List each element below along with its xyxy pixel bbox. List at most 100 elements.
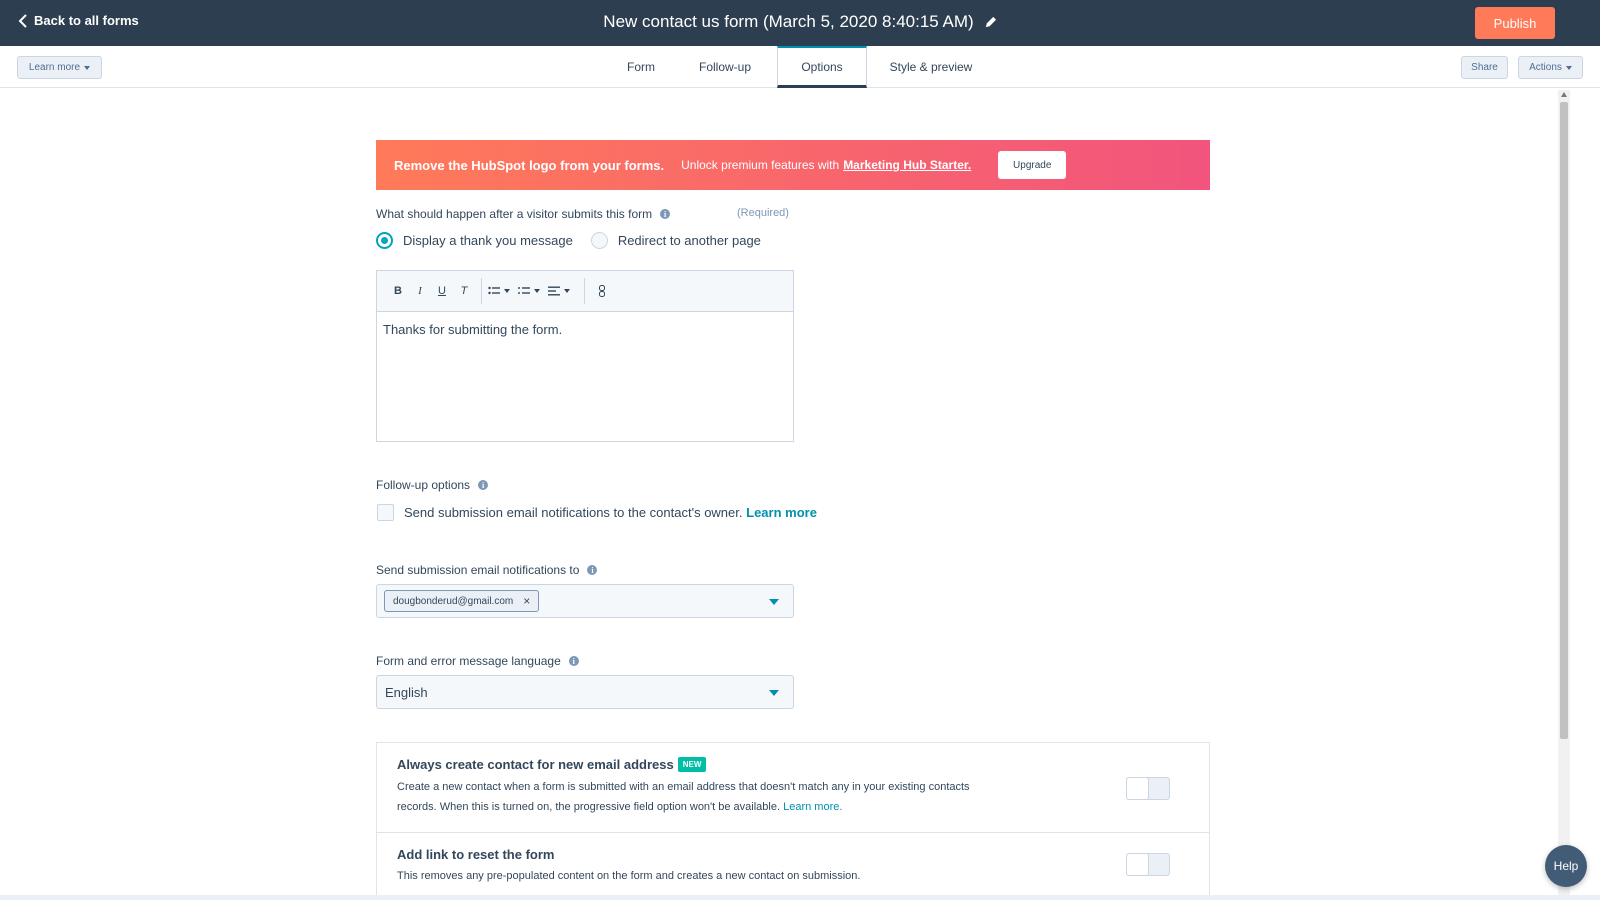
settings-card: Always create contact for new email addr… — [376, 742, 1210, 900]
info-icon[interactable]: i — [568, 656, 579, 666]
new-badge: NEW — [677, 757, 707, 772]
radio-redirect-page-label[interactable]: Redirect to another page — [618, 233, 761, 248]
info-icon[interactable]: i — [660, 209, 671, 219]
language-select-value: English — [385, 684, 428, 700]
info-icon[interactable]: i — [587, 565, 598, 575]
follow-up-options-label: Follow-up options i — [376, 478, 489, 492]
caret-down-icon — [534, 289, 540, 293]
after-submit-options: Display a thank you message Redirect to … — [376, 232, 761, 249]
form-title-container: New contact us form (March 5, 2020 8:40:… — [0, 12, 1600, 32]
toggle-knob — [1126, 777, 1149, 800]
help-button[interactable]: Help — [1545, 845, 1587, 887]
always-create-contact-toggle[interactable] — [1126, 777, 1170, 800]
reset-link-toggle[interactable] — [1126, 853, 1170, 876]
editor-content[interactable]: Thanks for submitting the form. — [377, 312, 793, 347]
scroll-up-arrow-icon[interactable] — [1561, 92, 1567, 97]
align-icon — [548, 286, 560, 296]
bullet-list-icon — [488, 286, 500, 295]
numbered-list-icon — [518, 287, 530, 294]
link-icon[interactable] — [591, 280, 613, 302]
recipient-chip: dougbonderud@gmail.com × — [384, 590, 540, 612]
top-bar: Back to all forms New contact us form (M… — [0, 0, 1600, 46]
recipient-chip-label: dougbonderud@gmail.com — [393, 595, 514, 607]
contact-owner-notification-label[interactable]: Send submission email notifications to t… — [404, 505, 743, 520]
learn-more-link[interactable]: Learn more — [746, 505, 817, 520]
form-title-text: New contact us form (March 5, 2020 8:40:… — [603, 12, 974, 31]
banner-text: Unlock premium features with — [681, 158, 840, 172]
tab-form-label: Form — [627, 60, 655, 74]
after-submit-label-text: What should happen after a visitor submi… — [376, 207, 653, 221]
learn-more-dropdown[interactable]: Learn more — [17, 56, 102, 79]
form-title[interactable]: New contact us form (March 5, 2020 8:40:… — [603, 12, 996, 32]
language-label-text: Form and error message language — [376, 654, 561, 668]
underline-icon[interactable]: U — [431, 280, 453, 302]
required-indicator: (Required) — [737, 207, 789, 219]
setting-row-always-create-contact: Always create contact for new email addr… — [377, 743, 1209, 833]
tab-options[interactable]: Options — [777, 46, 867, 88]
banner-heading: Remove the HubSpot logo from your forms. — [394, 157, 665, 173]
sub-navigation: Learn more Form Follow-up Options Style … — [0, 46, 1600, 88]
tab-style-preview-label: Style & preview — [889, 60, 973, 74]
setting-description: Create a new contact when a form is subm… — [397, 777, 1037, 817]
toggle-knob — [1126, 853, 1149, 876]
dropdown-caret-icon — [769, 599, 779, 605]
tab-options-label: Options — [801, 59, 843, 74]
upgrade-button[interactable]: Upgrade — [998, 151, 1067, 179]
notification-recipients-select[interactable]: dougbonderud@gmail.com × — [376, 584, 794, 618]
follow-up-options-label-text: Follow-up options — [376, 478, 471, 492]
send-notifications-label-text: Send submission email notifications to — [376, 563, 580, 577]
bold-icon[interactable]: B — [387, 280, 409, 302]
clear-format-icon[interactable]: T — [453, 280, 475, 302]
setting-title: Add link to reset the form — [397, 847, 554, 862]
send-notifications-label: Send submission email notifications to i — [376, 563, 598, 577]
caret-down-icon — [564, 289, 570, 293]
language-select[interactable]: English — [376, 675, 794, 709]
setting-title-text: Add link to reset the form — [397, 847, 555, 862]
thank-you-message-editor: B I U T Thanks for submitting the form. — [376, 270, 794, 442]
page-scrollbar[interactable] — [1558, 90, 1570, 900]
remove-chip-icon[interactable]: × — [523, 594, 530, 608]
setting-title-text: Always create contact for new email addr… — [397, 757, 674, 772]
align-dropdown[interactable] — [548, 280, 570, 302]
learn-more-link[interactable]: Learn more. — [783, 801, 842, 813]
setting-description-line-2: records. When this is turned on, the pro… — [397, 797, 1037, 817]
scrollbar-thumb[interactable] — [1560, 102, 1568, 739]
language-label: Form and error message language i — [376, 654, 579, 668]
learn-more-label: Learn more — [28, 62, 81, 73]
pencil-edit-icon[interactable] — [984, 16, 997, 29]
numbered-list-dropdown[interactable] — [518, 280, 540, 302]
contact-owner-notification-text: Send submission email notifications to t… — [404, 505, 817, 520]
toolbar-divider — [584, 278, 585, 304]
setting-description-line-1: Create a new contact when a form is subm… — [397, 781, 970, 793]
upgrade-banner: Remove the HubSpot logo from your forms.… — [376, 140, 1210, 190]
caret-down-icon — [84, 65, 91, 70]
setting-title: Always create contact for new email addr… — [397, 757, 707, 772]
radio-display-thank-you[interactable] — [376, 232, 393, 249]
bottom-edge — [0, 895, 1600, 900]
setting-description: This removes any pre-populated content o… — [397, 870, 861, 882]
marketing-hub-starter-link[interactable]: Marketing Hub Starter. — [843, 158, 971, 172]
editor-toolbar: B I U T — [377, 271, 793, 312]
radio-redirect-page[interactable] — [590, 232, 608, 249]
contact-owner-notification-checkbox[interactable] — [377, 504, 394, 521]
radio-display-thank-you-label[interactable]: Display a thank you message — [403, 233, 573, 248]
setting-description-line-2-text: records. When this is turned on, the pro… — [397, 801, 781, 813]
info-icon[interactable]: i — [478, 480, 489, 490]
actions-dropdown[interactable]: Actions — [1518, 56, 1583, 79]
tab-follow-up-label: Follow-up — [698, 60, 752, 74]
tab-bar: Form Follow-up Options Style & preview — [609, 46, 995, 88]
share-button[interactable]: Share — [1461, 56, 1508, 79]
after-submit-label: What should happen after a visitor submi… — [376, 207, 671, 221]
caret-down-icon — [504, 289, 510, 293]
setting-row-reset-link: Add link to reset the form This removes … — [377, 833, 1209, 900]
dropdown-caret-icon — [769, 690, 779, 696]
tab-follow-up[interactable]: Follow-up — [673, 46, 777, 88]
tab-form[interactable]: Form — [609, 46, 673, 88]
tab-style-preview[interactable]: Style & preview — [867, 46, 995, 88]
caret-down-icon — [1565, 65, 1572, 70]
italic-icon[interactable]: I — [409, 280, 431, 302]
publish-button[interactable]: Publish — [1475, 7, 1555, 39]
bullet-list-dropdown[interactable] — [488, 280, 510, 302]
toolbar-divider — [481, 278, 482, 304]
actions-label: Actions — [1529, 62, 1562, 73]
